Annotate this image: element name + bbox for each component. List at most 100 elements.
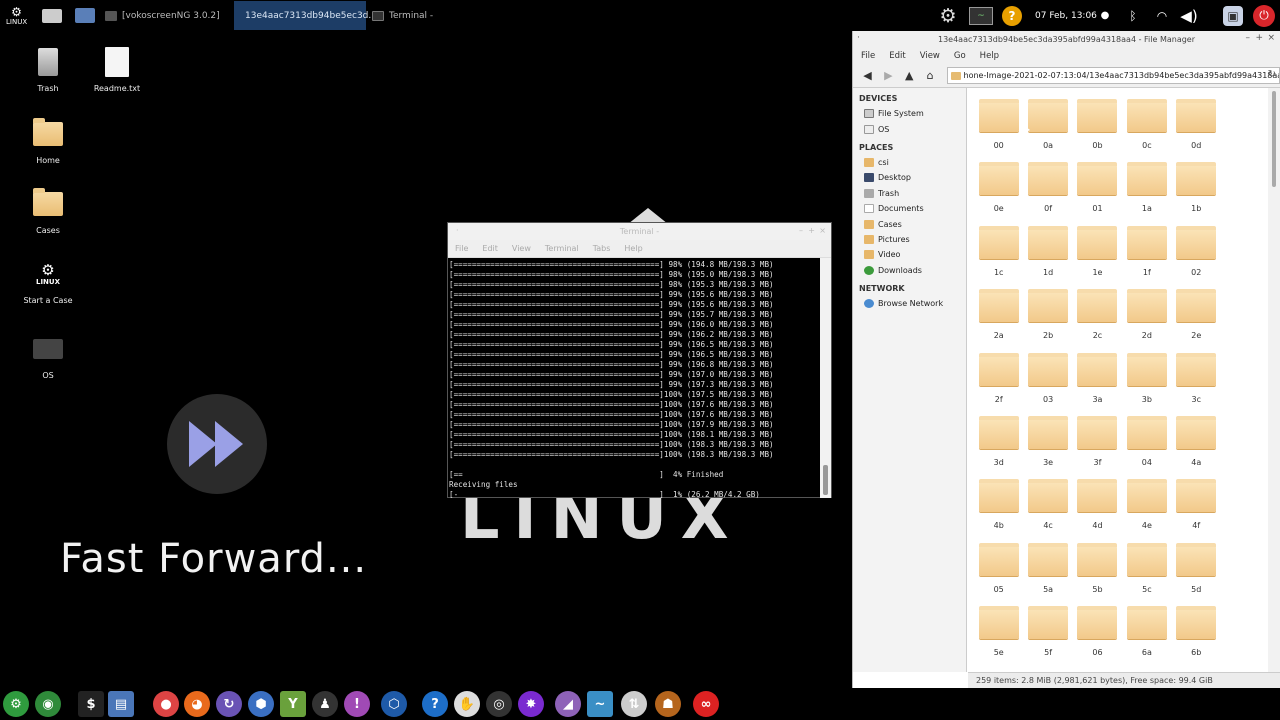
home-icon[interactable]: ⌂ [922, 67, 939, 84]
folder-item[interactable]: 3d [974, 415, 1023, 482]
status-dot[interactable]: ● [1096, 0, 1114, 31]
folder-item[interactable]: 4e [1122, 479, 1171, 545]
alert-icon[interactable]: ! [344, 691, 370, 717]
network-icon[interactable]: ⬢ [248, 691, 274, 717]
folder-item[interactable]: 00 [974, 99, 1023, 165]
lock-button[interactable]: ▣ [1223, 0, 1243, 31]
wine-icon[interactable]: ◢ [555, 691, 581, 717]
app-icon[interactable]: ⬡ [381, 691, 407, 717]
forward-arrow-icon[interactable]: ▶ [880, 67, 897, 84]
close-icon[interactable]: × [819, 226, 826, 235]
folder-item[interactable]: 5d [1172, 542, 1221, 609]
folder-item[interactable]: 2c [1073, 289, 1122, 355]
sidebar-item-video[interactable]: Video [853, 247, 966, 262]
clock[interactable]: 07 Feb, 13:06 [1035, 0, 1097, 31]
sidebar-item-cases[interactable]: Cases [853, 216, 966, 231]
folder-item[interactable]: 02 [1172, 225, 1221, 292]
folder-item[interactable]: 2f [974, 352, 1023, 419]
folder-item[interactable]: 0a [1023, 99, 1072, 165]
folder-item[interactable]: 2b [1023, 289, 1072, 355]
sidebar-item-downloads[interactable]: Downloads [853, 263, 966, 278]
menu-help[interactable]: Help [624, 244, 642, 253]
bug-icon[interactable]: ☗ [655, 691, 681, 717]
files-icon[interactable]: ▤ [108, 691, 134, 717]
task-vokoscreen[interactable]: [vokoscreenNG 3.0.2] [99, 1, 226, 30]
folder-item[interactable]: 6b [1172, 606, 1221, 672]
folder-item[interactable]: 3b [1122, 352, 1171, 419]
minimize-icon[interactable]: – [1246, 33, 1251, 43]
terminal-icon[interactable]: $ [78, 691, 104, 717]
infinity-icon[interactable]: ∞ [693, 691, 719, 717]
folder-item[interactable]: 3a [1073, 352, 1122, 419]
menu-file[interactable]: File [861, 51, 875, 61]
linux-menu-button[interactable]: ⚙ LINUX [6, 0, 27, 31]
folder-item[interactable]: 3c [1172, 352, 1221, 419]
terminal-titlebar[interactable]: · Terminal - – + × [448, 223, 831, 240]
menu-edit[interactable]: Edit [482, 244, 498, 253]
folder-item[interactable]: 06 [1073, 606, 1122, 672]
menu-view[interactable]: View [512, 244, 531, 253]
folder-item[interactable]: 1d [1023, 225, 1072, 292]
sidebar-item-browse-network[interactable]: Browse Network [853, 296, 966, 311]
sidebar-item-trash[interactable]: Trash [853, 186, 966, 201]
folder-item[interactable]: 4f [1172, 479, 1221, 545]
close-icon[interactable]: × [1267, 33, 1275, 43]
firefox-icon[interactable]: ◕ [184, 691, 210, 717]
folder-item[interactable]: 0f [1023, 162, 1072, 228]
sidebar-item-os[interactable]: OS [853, 121, 966, 136]
hands-icon[interactable]: ✋ [454, 691, 480, 717]
browser-icon[interactable]: ◉ [35, 691, 61, 717]
scrollbar-thumb[interactable] [823, 465, 828, 495]
task-file-manager[interactable]: 13e4aac7313db94be5ec3d... [234, 1, 377, 30]
maximize-icon[interactable]: + [1255, 33, 1263, 43]
folder-item[interactable]: 05 [974, 542, 1023, 609]
terminal-window[interactable]: · Terminal - – + × File Edit View Termin… [447, 222, 832, 498]
terminal-launcher[interactable] [75, 0, 95, 31]
folder-item[interactable]: 4c [1023, 479, 1072, 545]
folder-item[interactable]: 5e [974, 606, 1023, 672]
system-monitor-tray[interactable]: ~ [969, 0, 993, 31]
graph-icon[interactable]: ~ [587, 691, 613, 717]
window-menu-icon[interactable]: · [857, 33, 860, 43]
folder-item[interactable]: 04 [1122, 415, 1171, 482]
globe-icon[interactable]: ◎ [486, 691, 512, 717]
folder-item[interactable]: 5a [1023, 542, 1072, 609]
folder-item[interactable]: 4a [1172, 415, 1221, 482]
volume-tray[interactable]: ◀) [1180, 0, 1198, 31]
help-tray[interactable]: ? [1002, 0, 1022, 31]
sidebar-item-pictures[interactable]: Pictures [853, 232, 966, 247]
screenshot-launcher[interactable] [42, 0, 62, 31]
maximize-icon[interactable]: + [808, 226, 815, 235]
terminal-scrollbar[interactable] [820, 258, 831, 498]
folder-item[interactable]: 03 [1023, 352, 1072, 419]
file-manager-titlebar[interactable]: · 13e4aac7313db94be5ec3da395abfd99a4318a… [853, 31, 1280, 47]
reload-icon[interactable]: ↻ [1268, 69, 1276, 80]
desktop-icon-os[interactable]: OS [13, 333, 83, 380]
task-terminal[interactable]: Terminal - [366, 1, 439, 30]
menu-edit[interactable]: Edit [889, 51, 905, 61]
desktop-icon-home[interactable]: Home [13, 118, 83, 165]
desktop-icon-trash[interactable]: Trash [13, 46, 83, 93]
wifi-tray[interactable]: ◠ [1153, 0, 1171, 31]
chrome-icon[interactable]: ● [153, 691, 179, 717]
folder-item[interactable]: 0d [1172, 99, 1221, 165]
window-menu-icon[interactable]: · [456, 226, 459, 235]
scrollbar-thumb[interactable] [1272, 91, 1276, 187]
folder-item[interactable]: 1b [1172, 162, 1221, 228]
back-arrow-icon[interactable]: ◀ [859, 67, 876, 84]
tool-icon[interactable]: Y [280, 691, 306, 717]
desktop-icon-cases[interactable]: Cases [13, 188, 83, 235]
folder-item[interactable]: 1f [1122, 225, 1171, 292]
folder-item[interactable]: 2d [1122, 289, 1171, 355]
folder-item[interactable]: 01 [1073, 162, 1122, 228]
file-manager-window[interactable]: · 13e4aac7313db94be5ec3da395abfd99a4318a… [852, 31, 1280, 688]
folder-item[interactable]: 2e [1172, 289, 1221, 355]
menu-view[interactable]: View [920, 51, 940, 61]
desktop-icon-start-case[interactable]: ⚙ LINUX Start a Case [13, 258, 83, 305]
folder-item[interactable]: 5f [1023, 606, 1072, 672]
menu-file[interactable]: File [455, 244, 468, 253]
location-bar[interactable]: hone-Image-2021-02-07:13:04/13e4aac7313d… [946, 67, 1280, 84]
sidebar-item-csi[interactable]: csi [853, 155, 966, 170]
sort-icon[interactable]: ⇅ [621, 691, 647, 717]
bluetooth-tray[interactable]: ᛒ [1124, 0, 1142, 31]
